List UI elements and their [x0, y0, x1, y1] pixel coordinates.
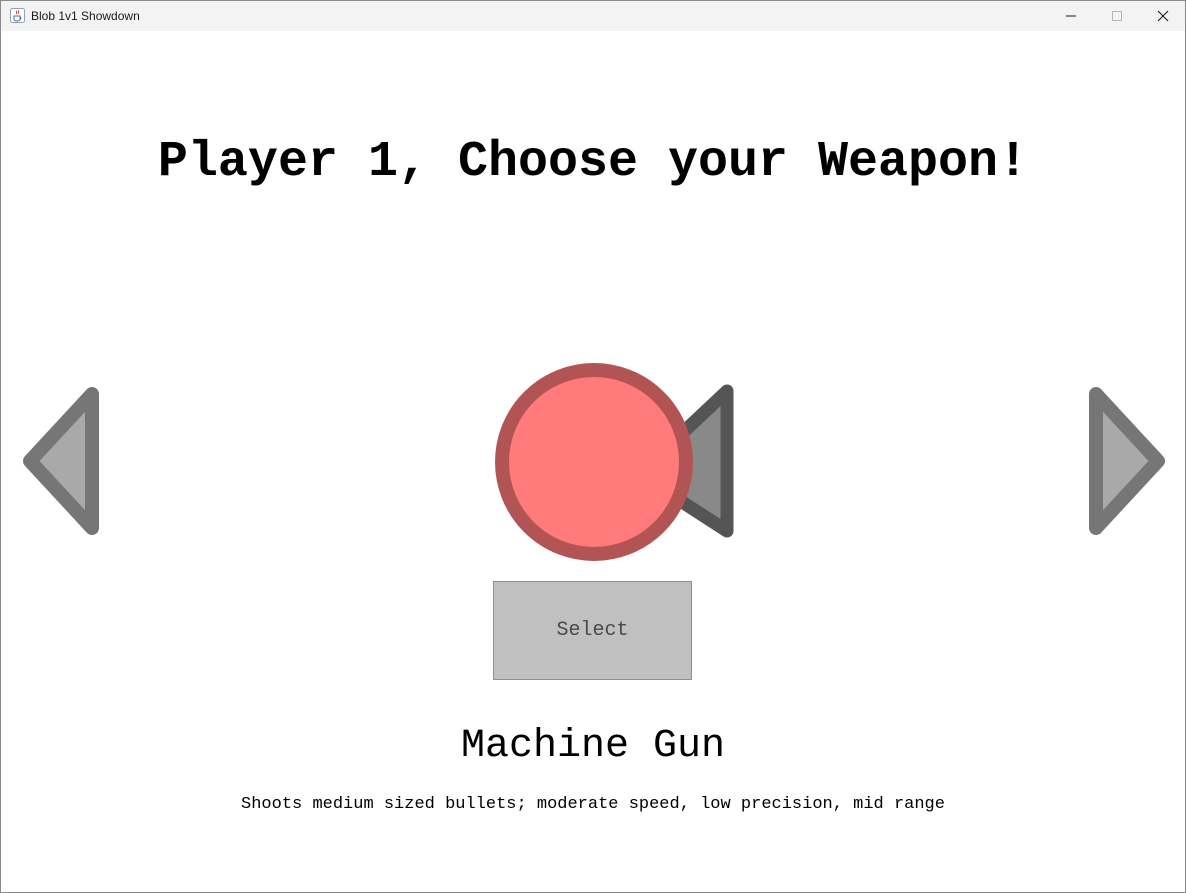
- weapon-select-screen: Player 1, Choose your Weapon! Select Mac…: [1, 31, 1185, 892]
- maximize-icon: [1112, 11, 1122, 21]
- next-arrow-icon[interactable]: [1087, 386, 1167, 536]
- maximize-button[interactable]: [1094, 1, 1140, 31]
- weapon-name: Machine Gun: [460, 724, 726, 769]
- player-blob-preview: [495, 363, 734, 561]
- previous-arrow-icon[interactable]: [21, 386, 101, 536]
- java-coffee-cup-icon: [10, 8, 25, 23]
- page-title: Player 1, Choose your Weapon!: [157, 134, 1029, 191]
- game-window: Blob 1v1 Showdown Player 1, Choose your …: [0, 0, 1186, 893]
- window-title: Blob 1v1 Showdown: [31, 9, 140, 23]
- close-button[interactable]: [1140, 1, 1185, 31]
- select-button[interactable]: Select: [493, 581, 692, 680]
- minimize-icon: [1066, 15, 1076, 17]
- close-icon: [1157, 10, 1169, 22]
- weapon-description: Shoots medium sized bullets; moderate sp…: [241, 795, 945, 814]
- title-bar: Blob 1v1 Showdown: [1, 1, 1185, 31]
- minimize-button[interactable]: [1048, 1, 1094, 31]
- player-blob: [495, 363, 693, 561]
